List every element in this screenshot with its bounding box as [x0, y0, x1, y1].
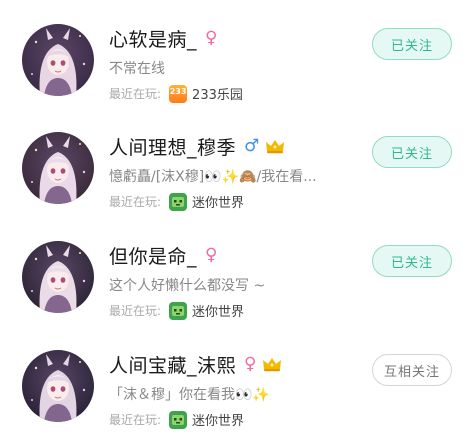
user-name[interactable]: 但你是命_	[109, 242, 197, 269]
game-name[interactable]: 迷你世界	[192, 192, 244, 211]
user-row[interactable]: 人间宝藏_沫熙 ♀ 「沫＆穆」你在看我👀✨ 最近在玩: 迷你世界 互相关注	[0, 326, 474, 435]
game-name[interactable]: 迷你世界	[192, 301, 244, 320]
recent-played-label: 最近在玩:	[109, 304, 162, 318]
game-name[interactable]: 233乐园	[192, 84, 243, 103]
recent-played: 最近在玩: 迷你世界	[109, 301, 244, 320]
mutual-follow-button[interactable]: 互相关注	[372, 354, 452, 386]
recent-played-label: 最近在玩:	[109, 413, 162, 427]
user-signature: 这个人好懒什么都没写 ~	[109, 278, 266, 294]
avatar[interactable]	[22, 350, 94, 422]
app-233-icon: 233	[169, 84, 188, 103]
recent-played: 最近在玩: 233 233乐园	[109, 84, 243, 103]
mini-world-icon	[169, 192, 188, 211]
user-row[interactable]: 人间理想_穆季 ♂ 憶虧矗/[沫X穆]👀✨🙈/我在看... 最近在玩: 迷你世界…	[0, 108, 474, 217]
male-gender-icon: ♂	[244, 135, 260, 156]
user-signature: 憶虧矗/[沫X穆]👀✨🙈/我在看...	[109, 169, 317, 185]
user-name[interactable]: 人间宝藏_沫熙	[109, 351, 236, 378]
recent-played-label: 最近在玩:	[109, 195, 162, 209]
followed-button[interactable]: 已关注	[372, 28, 452, 60]
name-line: 人间宝藏_沫熙 ♀	[109, 350, 282, 378]
user-row[interactable]: 心软是病_ ♀ 不常在线 最近在玩: 233 233乐园 已关注	[0, 0, 474, 109]
female-gender-icon: ♀	[244, 353, 257, 374]
game-name[interactable]: 迷你世界	[192, 410, 244, 429]
name-line: 但你是命_ ♀	[109, 241, 217, 269]
crown-icon	[266, 140, 285, 154]
avatar[interactable]	[22, 24, 94, 96]
mini-world-icon	[169, 410, 188, 429]
followed-button[interactable]: 已关注	[372, 136, 452, 168]
recent-played-label: 最近在玩:	[109, 87, 162, 101]
avatar[interactable]	[22, 132, 94, 204]
female-gender-icon: ♀	[205, 27, 218, 48]
user-row[interactable]: 但你是命_ ♀ 这个人好懒什么都没写 ~ 最近在玩: 迷你世界 已关注	[0, 217, 474, 326]
female-gender-icon: ♀	[205, 244, 218, 265]
recent-played: 最近在玩: 迷你世界	[109, 410, 244, 429]
crown-icon	[263, 358, 282, 372]
app-233-icon-text: 233	[169, 86, 187, 96]
name-line: 人间理想_穆季 ♂	[109, 132, 285, 160]
user-name[interactable]: 心软是病_	[109, 25, 197, 52]
name-line: 心软是病_ ♀	[109, 24, 217, 52]
followed-button[interactable]: 已关注	[372, 245, 452, 277]
user-signature: 「沫＆穆」你在看我👀✨	[109, 387, 270, 403]
recent-played: 最近在玩: 迷你世界	[109, 192, 244, 211]
mini-world-icon	[169, 301, 188, 320]
follow-list: 心软是病_ ♀ 不常在线 最近在玩: 233 233乐园 已关注 人间理想_穆季	[0, 0, 474, 437]
avatar[interactable]	[22, 241, 94, 313]
user-signature: 不常在线	[109, 61, 165, 77]
user-name[interactable]: 人间理想_穆季	[109, 133, 236, 160]
